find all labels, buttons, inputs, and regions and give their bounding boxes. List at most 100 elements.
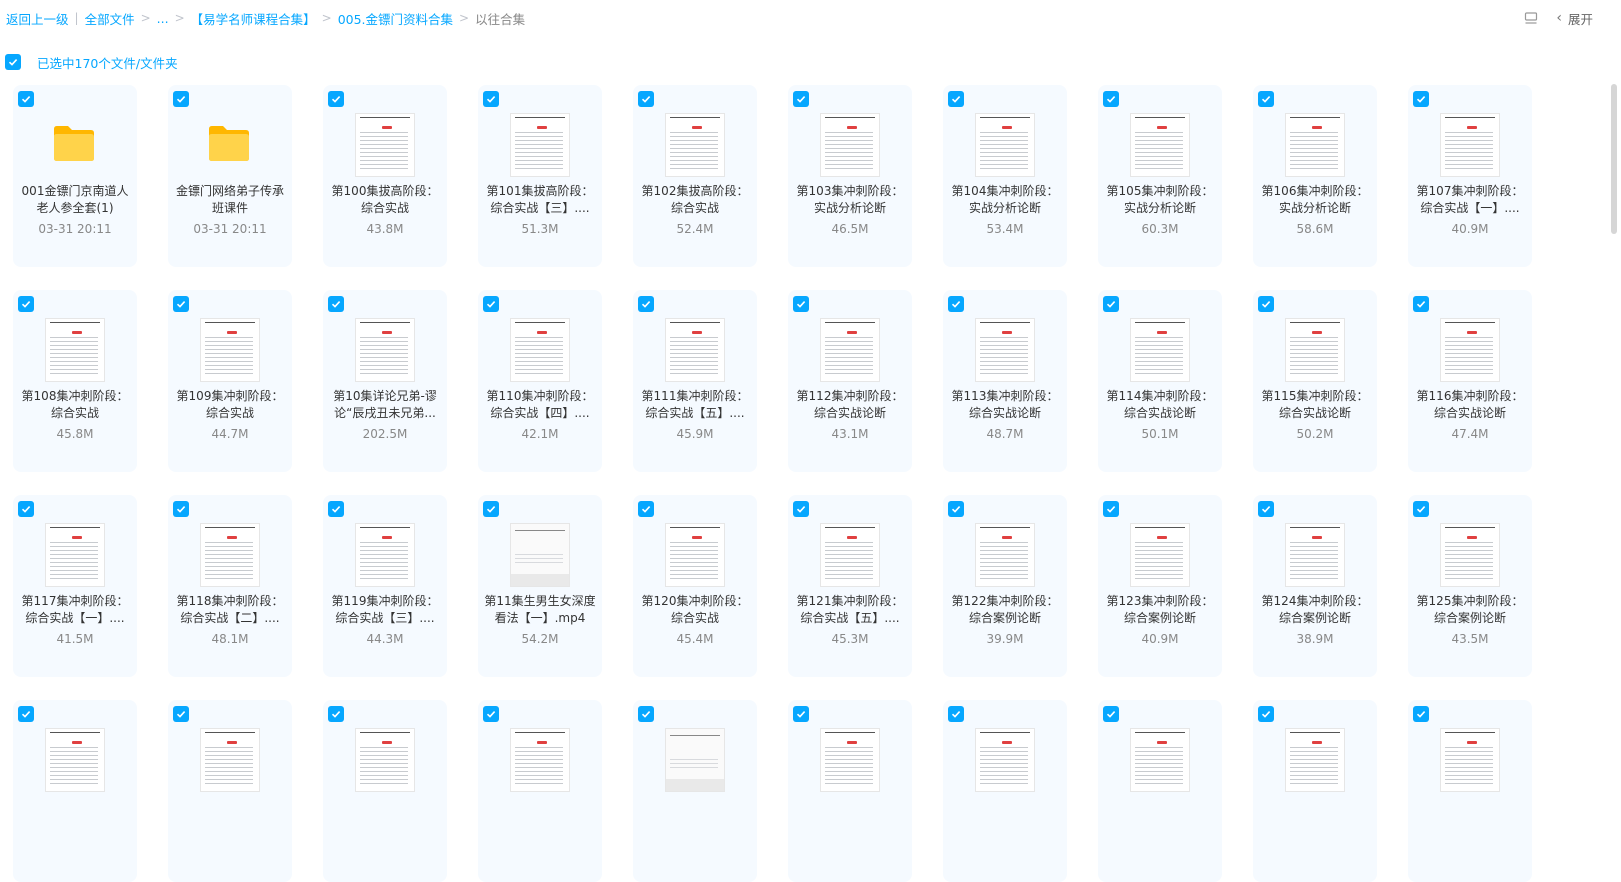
file-card[interactable]: 第116集冲刺阶段：综合实战论断 47.4M [1408,290,1532,472]
list-view-icon[interactable] [1524,11,1538,25]
folder-card[interactable]: 001金镖门京南道人老人参全套(1) 03-31 20:11 [13,85,137,267]
file-card[interactable]: 第106集冲刺阶段：实战分析论断 58.6M [1253,85,1377,267]
breadcrumb-ellipsis[interactable]: ... [157,11,169,26]
file-meta: 40.9M [1451,222,1489,236]
item-checkbox[interactable] [1413,501,1429,517]
file-card[interactable]: 第111集冲刺阶段：综合实战【五】.... 45.9M [633,290,757,472]
item-checkbox[interactable] [1258,501,1274,517]
item-checkbox[interactable] [638,296,654,312]
item-checkbox[interactable] [1103,706,1119,722]
file-card[interactable] [1098,700,1222,882]
file-card[interactable]: 第11集生男生女深度看法【一】.mp4 54.2M [478,495,602,677]
file-card[interactable]: 第100集拔高阶段：综合实战 43.8M [323,85,447,267]
document-thumbnail [975,523,1035,587]
file-card[interactable]: 第123集冲刺阶段：综合案例论断 40.9M [1098,495,1222,677]
item-checkbox[interactable] [948,501,964,517]
item-checkbox[interactable] [18,91,34,107]
item-checkbox[interactable] [483,91,499,107]
file-card[interactable]: 第117集冲刺阶段：综合实战【一】.... 41.5M [13,495,137,677]
item-checkbox[interactable] [173,706,189,722]
item-checkbox[interactable] [948,296,964,312]
item-checkbox[interactable] [1413,706,1429,722]
file-card[interactable]: 第103集冲刺阶段：实战分析论断 46.5M [788,85,912,267]
file-card[interactable] [1253,700,1377,882]
file-card[interactable]: 第121集冲刺阶段：综合实战【五】.... 45.3M [788,495,912,677]
file-name: 第105集冲刺阶段：实战分析论断 [1106,184,1214,215]
file-card[interactable]: 第108集冲刺阶段：综合实战 45.8M [13,290,137,472]
file-card[interactable]: 第101集拔高阶段：综合实战【三】.... 51.3M [478,85,602,267]
item-checkbox[interactable] [1258,706,1274,722]
item-checkbox[interactable] [328,501,344,517]
item-checkbox[interactable] [638,501,654,517]
file-card[interactable]: 第105集冲刺阶段：实战分析论断 60.3M [1098,85,1222,267]
file-name: 第110集冲刺阶段：综合实战【四】.... [486,389,594,420]
file-card[interactable]: 第102集拔高阶段：综合实战 52.4M [633,85,757,267]
file-card[interactable] [323,700,447,882]
folder-card[interactable]: 金镖门网络弟子传承班课件 03-31 20:11 [168,85,292,267]
file-card[interactable] [168,700,292,882]
file-card[interactable]: 第115集冲刺阶段：综合实战论断 50.2M [1253,290,1377,472]
file-card[interactable]: 第122集冲刺阶段：综合案例论断 39.9M [943,495,1067,677]
item-checkbox[interactable] [483,501,499,517]
item-checkbox[interactable] [18,296,34,312]
file-card[interactable] [13,700,137,882]
breadcrumb-course-collection[interactable]: 【易学名师课程合集】 [191,9,316,28]
file-card[interactable]: 第114集冲刺阶段：综合实战论断 50.1M [1098,290,1222,472]
file-meta: 45.8M [56,427,94,441]
item-checkbox[interactable] [793,91,809,107]
file-card[interactable] [633,700,757,882]
item-checkbox[interactable] [483,706,499,722]
chevron-left-icon[interactable]: ‹ [1556,10,1562,26]
item-checkbox[interactable] [328,91,344,107]
file-card[interactable]: 第113集冲刺阶段：综合实战论断 48.7M [943,290,1067,472]
file-card[interactable]: 第109集冲刺阶段：综合实战 44.7M [168,290,292,472]
back-link[interactable]: 返回上一级 [6,9,69,28]
file-card[interactable]: 第124集冲刺阶段：综合案例论断 38.9M [1253,495,1377,677]
item-checkbox[interactable] [1413,91,1429,107]
item-checkbox[interactable] [328,296,344,312]
document-thumbnail [200,728,260,792]
breadcrumb-jinbiaomen[interactable]: 005.金镖门资料合集 [338,9,453,28]
expand-button[interactable]: 展开 [1568,9,1593,28]
item-checkbox[interactable] [18,706,34,722]
file-card[interactable]: 第107集冲刺阶段：综合实战【一】.... 40.9M [1408,85,1532,267]
file-card[interactable]: 第10集详论兄弟-谬论“辰戌丑未兄弟... 202.5M [323,290,447,472]
item-checkbox[interactable] [1258,91,1274,107]
item-checkbox[interactable] [1103,296,1119,312]
item-checkbox[interactable] [1413,296,1429,312]
item-checkbox[interactable] [638,706,654,722]
file-card[interactable]: 第104集冲刺阶段：实战分析论断 53.4M [943,85,1067,267]
file-card[interactable]: 第118集冲刺阶段：综合实战【二】.... 48.1M [168,495,292,677]
document-thumbnail [820,523,880,587]
file-card[interactable] [943,700,1067,882]
item-checkbox[interactable] [948,91,964,107]
item-checkbox[interactable] [1103,501,1119,517]
file-card[interactable]: 第120集冲刺阶段：综合实战 45.4M [633,495,757,677]
item-checkbox[interactable] [638,91,654,107]
select-all-checkbox[interactable] [5,54,21,70]
item-checkbox[interactable] [173,296,189,312]
item-checkbox[interactable] [948,706,964,722]
scrollbar[interactable] [1611,84,1617,234]
file-card[interactable]: 第125集冲刺阶段：综合案例论断 43.5M [1408,495,1532,677]
file-card[interactable]: 第112集冲刺阶段：综合实战论断 43.1M [788,290,912,472]
item-checkbox[interactable] [793,706,809,722]
file-card[interactable] [478,700,602,882]
item-checkbox[interactable] [173,91,189,107]
breadcrumb-all-files[interactable]: 全部文件 [85,9,135,28]
file-card[interactable]: 第119集冲刺阶段：综合实战【三】.... 44.3M [323,495,447,677]
chevron-right-icon: > [321,11,332,25]
file-meta: 44.3M [366,632,404,646]
item-checkbox[interactable] [793,296,809,312]
item-checkbox[interactable] [1103,91,1119,107]
item-checkbox[interactable] [18,501,34,517]
item-checkbox[interactable] [328,706,344,722]
document-thumbnail [1285,113,1345,177]
file-card[interactable] [1408,700,1532,882]
item-checkbox[interactable] [483,296,499,312]
item-checkbox[interactable] [173,501,189,517]
item-checkbox[interactable] [1258,296,1274,312]
item-checkbox[interactable] [793,501,809,517]
file-card[interactable]: 第110集冲刺阶段：综合实战【四】.... 42.1M [478,290,602,472]
file-card[interactable] [788,700,912,882]
